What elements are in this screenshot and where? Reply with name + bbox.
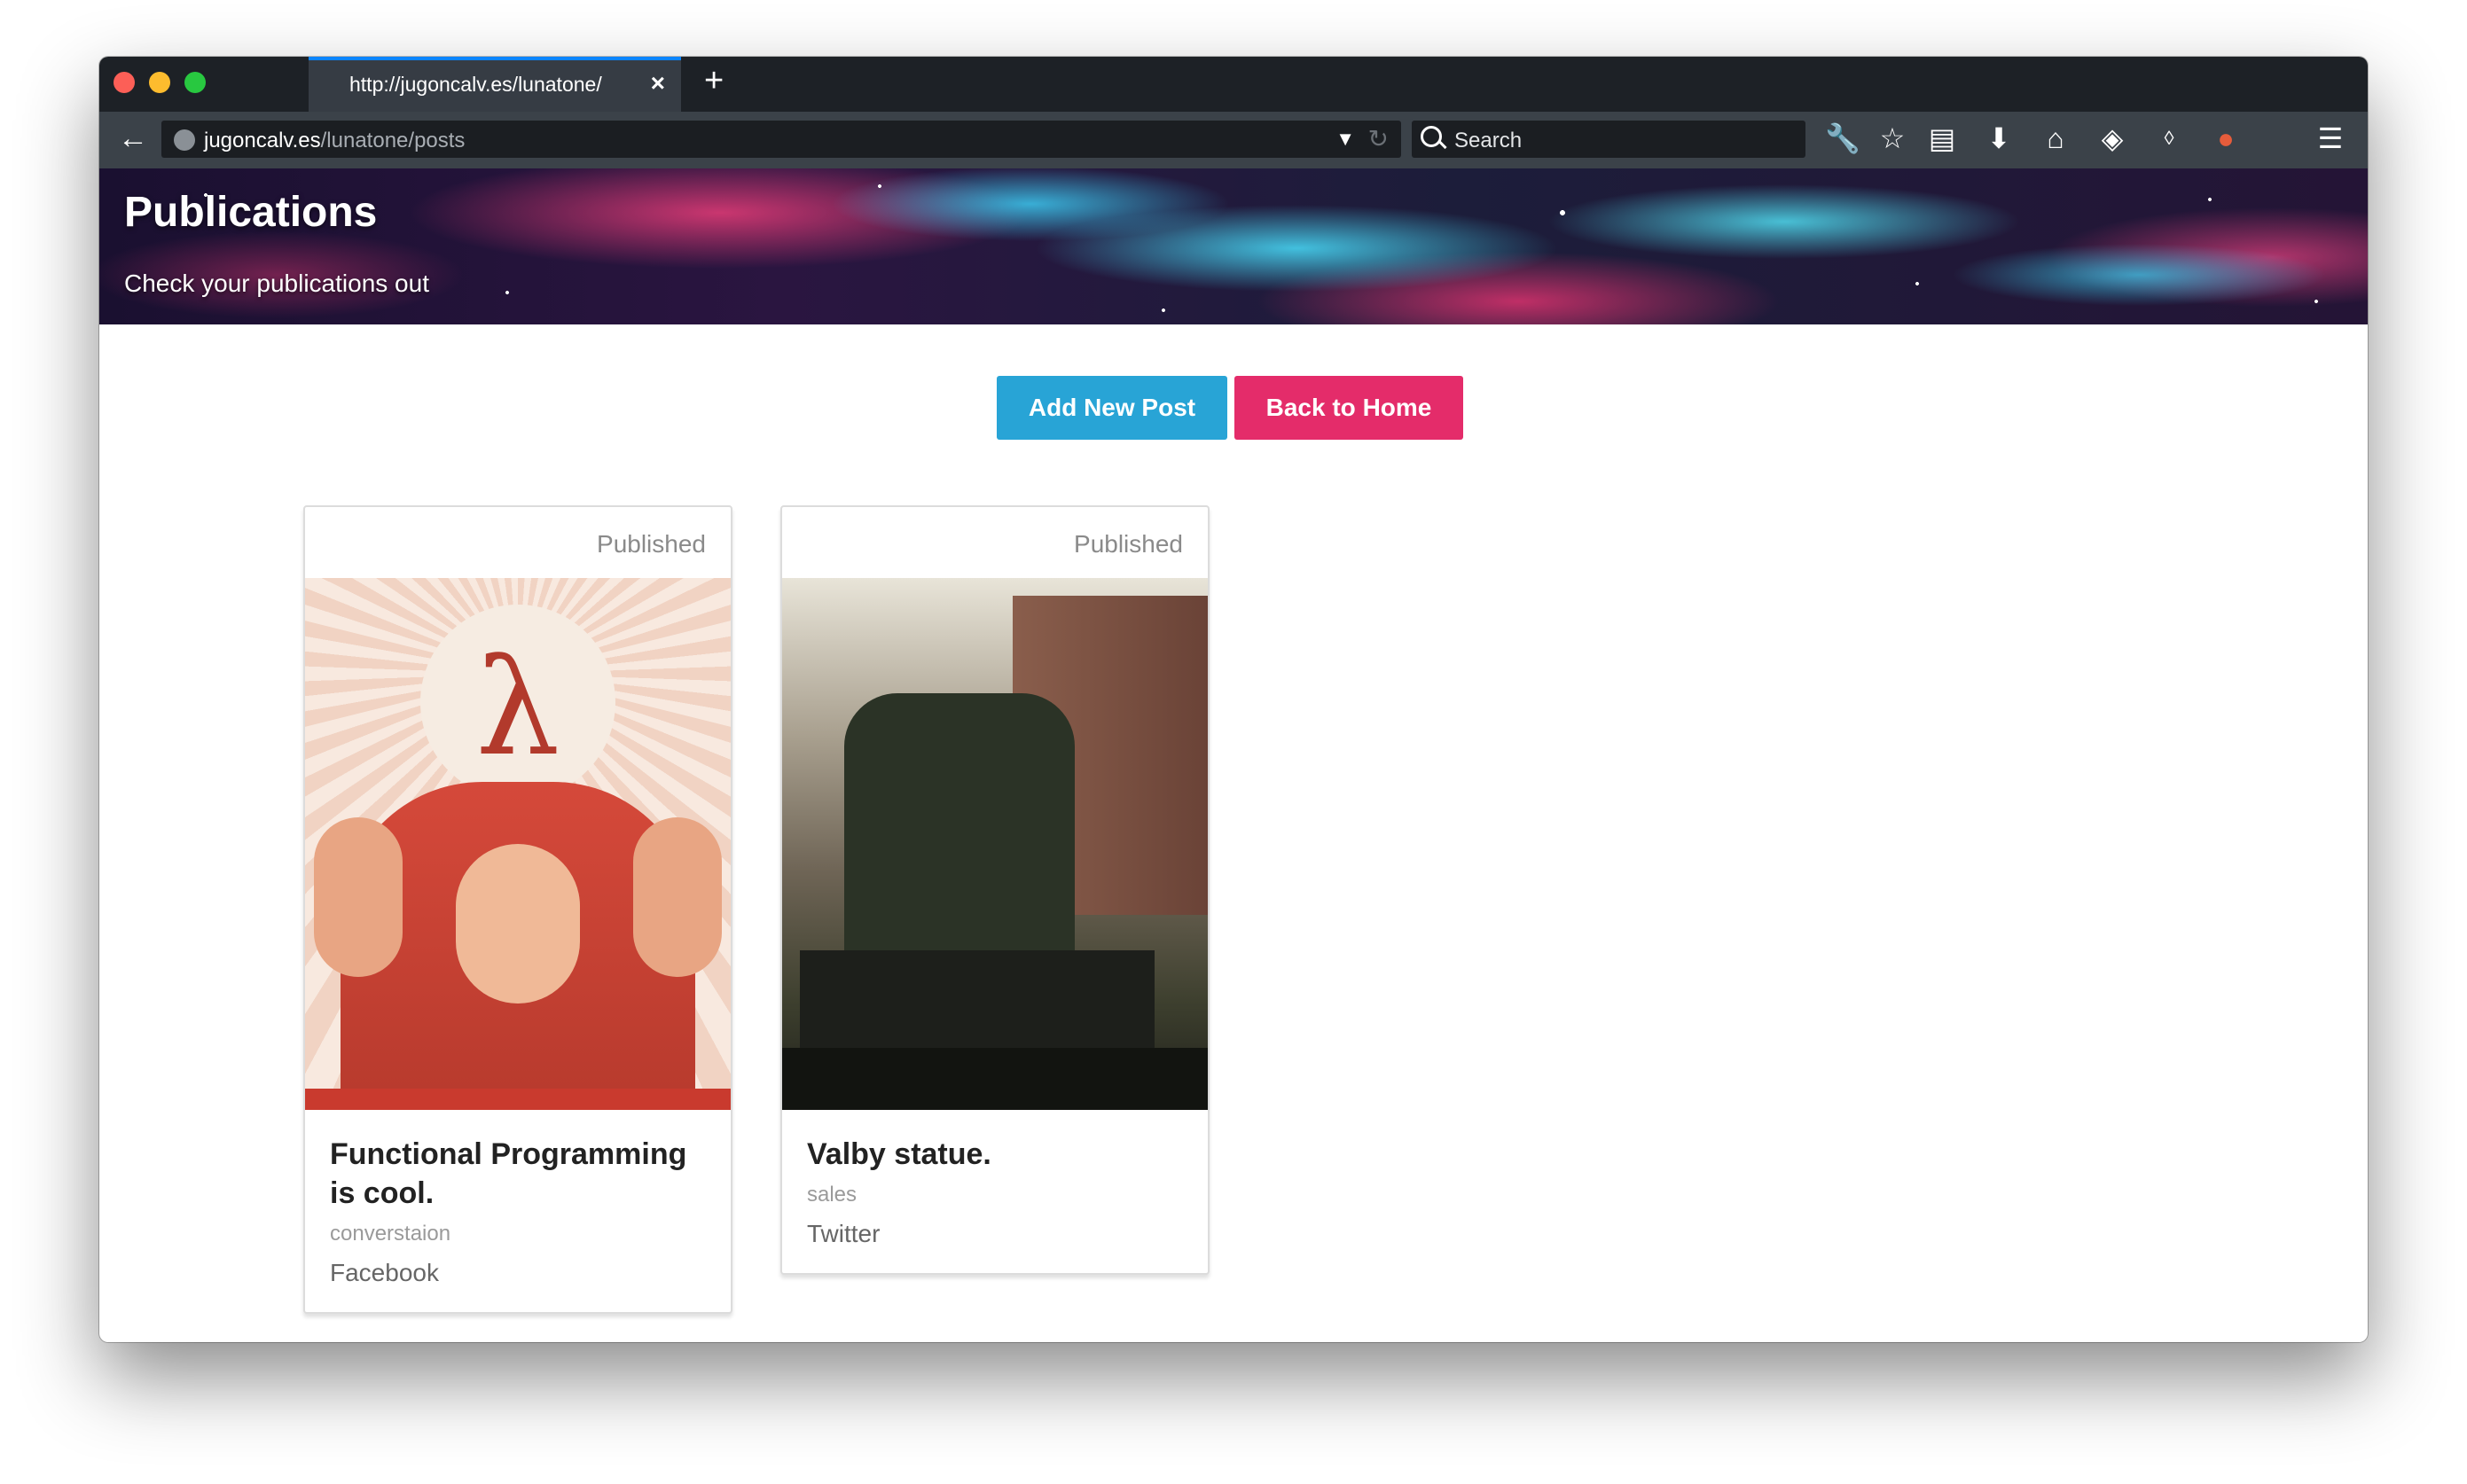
status-badge: Published [597,530,706,558]
globe-icon [174,129,195,151]
new-tab-button[interactable]: + [704,62,724,100]
url-text: jugoncalv.es/lunatone/posts [204,129,465,153]
privacy-icon[interactable]: ◈ [2093,119,2132,158]
post-network: Twitter [807,1220,881,1247]
window-close-button[interactable] [114,72,135,93]
header-banner: Publications Check your publications out [99,168,2368,324]
window-maximize-button[interactable] [184,72,206,93]
wrench-icon[interactable]: 🔧 [1823,119,1862,158]
poster-figure-right [633,817,722,977]
download-icon[interactable]: ⬇ [1979,119,2018,158]
add-new-post-button[interactable]: Add New Post [997,376,1227,440]
back-to-home-button[interactable]: Back to Home [1234,376,1463,440]
url-path: /lunatone/posts [320,129,466,152]
post-category: converstaion [330,1222,451,1246]
back-icon[interactable]: ← [114,119,153,158]
status-badge: Published [1074,530,1183,558]
lambda-icon: λ [475,631,560,785]
reading-list-icon[interactable]: ▤ [1923,119,1962,158]
poster-figure-left [314,817,403,977]
post-category: sales [807,1183,858,1207]
url-host: jugoncalv.es [204,129,321,152]
poster-banner [305,1089,731,1110]
post-image: λ [305,578,731,1110]
search-input[interactable]: Search [1412,121,1805,158]
tab-title: http://jugoncalv.es/lunatone/ [349,73,602,96]
post-network: Facebook [330,1259,439,1286]
bookmark-star-icon[interactable]: ☆ [1873,119,1912,158]
reload-icon[interactable]: ↻ [1368,124,1389,153]
photo-ground [782,1048,1208,1110]
window-minimize-button[interactable] [149,72,170,93]
page-title: Publications [124,189,378,236]
post-image [782,578,1208,1110]
post-title: Valby statue. [807,1137,991,1171]
tab-strip: http://jugoncalv.es/lunatone/ × + [99,57,2368,112]
url-bar[interactable]: jugoncalv.es/lunatone/posts ▼ ↻ [161,121,1401,158]
search-icon [1421,126,1442,147]
addon-icon[interactable]: ● [2206,119,2245,158]
home-icon[interactable]: ⌂ [2036,119,2075,158]
post-card[interactable]: Published λ Functional Programming is co… [303,505,732,1314]
page-subtitle: Check your publications out [124,269,429,297]
dropdown-icon[interactable]: ▼ [1335,128,1355,151]
post-card[interactable]: Published Valby statue. sales Twitter [780,505,1210,1275]
photo-statue [844,693,1075,968]
poster-face [456,844,580,1004]
browser-window: http://jugoncalv.es/lunatone/ × + ← jugo… [99,57,2368,1342]
tab-close-icon[interactable]: × [651,69,665,98]
nav-bar: ← jugoncalv.es/lunatone/posts ▼ ↻ Search… [99,112,2368,168]
search-placeholder: Search [1454,129,1523,152]
menu-icon[interactable]: ☰ [2311,119,2350,158]
tab-active[interactable]: http://jugoncalv.es/lunatone/ × [309,57,681,112]
post-title: Functional Programming is cool. [330,1137,687,1210]
photo-pedestal [800,950,1155,1048]
extension-icon[interactable]: ◊ [2150,119,2189,158]
